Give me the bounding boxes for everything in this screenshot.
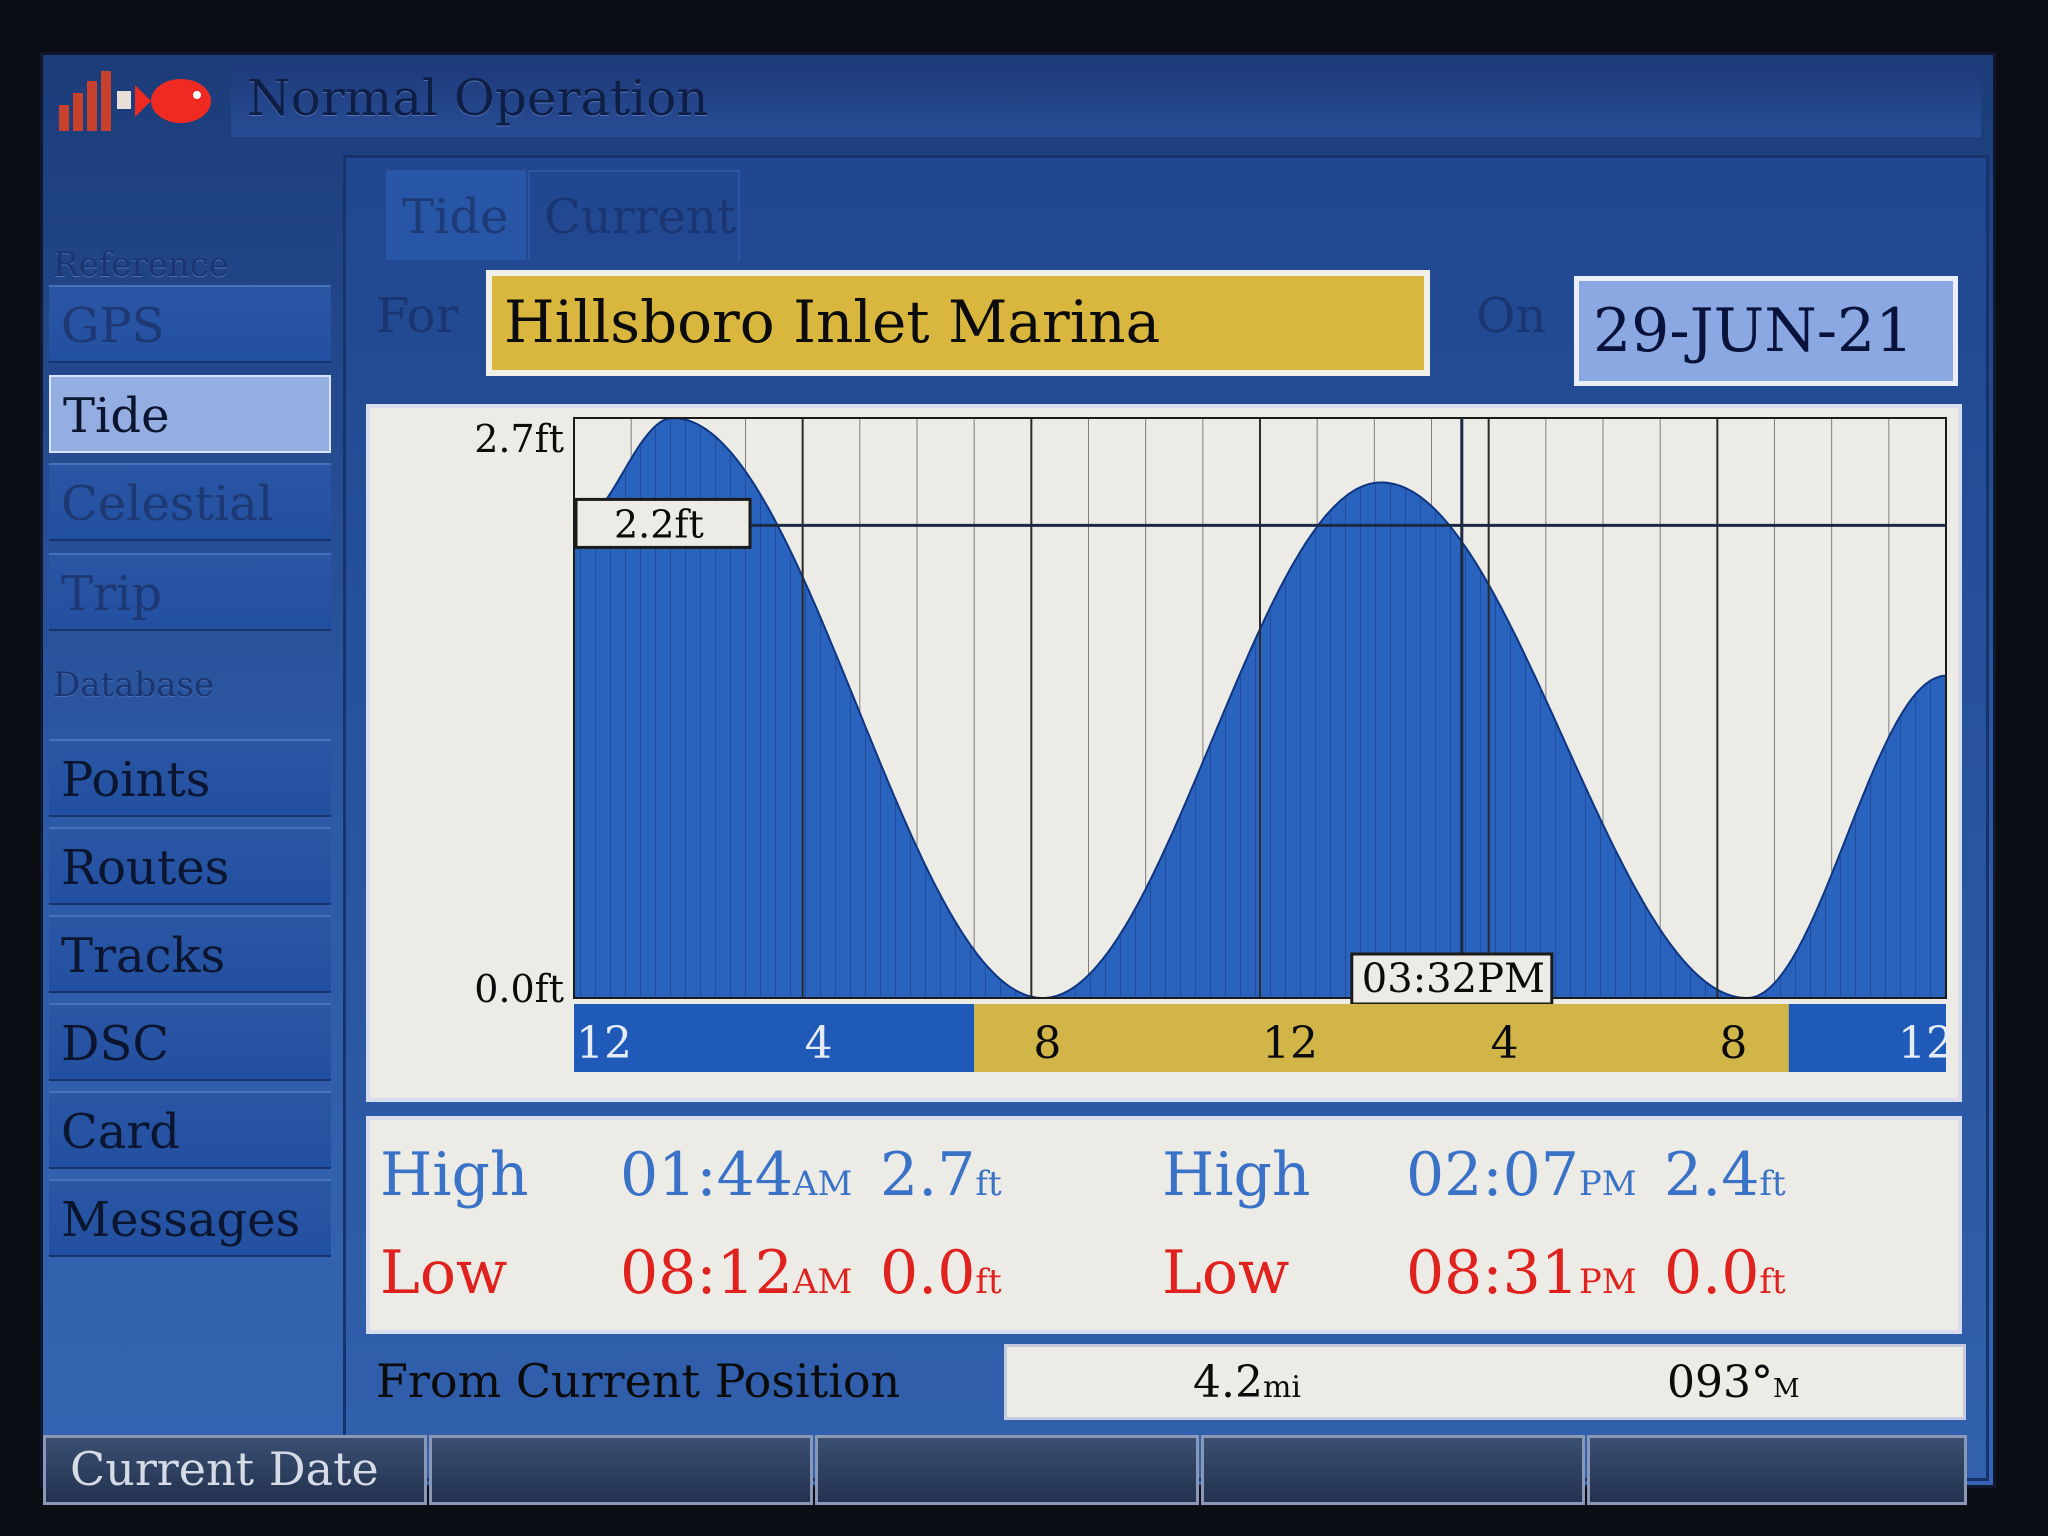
on-label: On [1476,288,1547,344]
night-segment [574,1004,975,1072]
softkey-4[interactable] [1201,1435,1585,1505]
sidebar-item-trip[interactable]: Trip [49,553,331,631]
low2-type: Low [1162,1238,1290,1308]
sidebar-item-celestial[interactable]: Celestial [49,463,331,541]
high1-type: High [380,1140,529,1210]
softkey-5[interactable] [1587,1435,1967,1505]
position-label: From Current Position [376,1354,901,1408]
tab-current[interactable]: Current [528,170,740,260]
low2-time: 08:31PM [1406,1238,1637,1308]
tab-tide[interactable]: Tide [386,170,526,260]
softkey-current-date[interactable]: Current Date [43,1435,427,1505]
station-field[interactable]: Hillsboro Inlet Marina [486,270,1430,376]
sidebar-item-tracks[interactable]: Tracks [49,915,331,993]
low1-type: Low [380,1238,508,1308]
time-tick-label: 8 [1719,1018,1747,1069]
sidebar-item-points[interactable]: Points [49,739,331,817]
high2-height: 2.4ft [1664,1140,1786,1210]
softkey-bar: Current Date [43,1435,1993,1505]
y-axis-max-label: 2.7ft [474,417,564,461]
date-field[interactable]: 29-JUN-21 [1574,276,1958,386]
cursor-level-label: 2.2ft [574,497,752,549]
softkey-2[interactable] [429,1435,813,1505]
sidebar-header-database: Database [53,665,215,705]
signal-bars-icon [59,71,131,131]
time-tick-label: 4 [1491,1018,1519,1069]
tide-chart-panel[interactable]: 2.2ft 03:32PM 2.7ft 0.0ft 12 4 8 12 4 8 12 [366,404,1962,1102]
time-tick-label: 8 [1033,1018,1061,1069]
status-icons [59,71,211,131]
low1-time: 08:12AM [620,1238,853,1308]
high1-time: 01:44AM [620,1140,853,1210]
high2-type: High [1162,1140,1311,1210]
title-bar: Normal Operation [43,55,1993,145]
sidebar-header-reference: Reference [53,245,229,285]
high2-time: 02:07PM [1406,1140,1637,1210]
cursor-time-label: 03:32PM [1350,952,1554,1006]
time-tick-label: 12 [576,1018,632,1069]
position-readout: 4.2mi 093°M [1004,1344,1966,1420]
tide-extremes-table: High 01:44AM 2.7ft High 02:07PM 2.4ft Lo… [366,1116,1962,1334]
title-box: Normal Operation [231,63,1981,137]
cursor-level-text: 2.2ft [614,502,704,546]
tide-panel: Tide Current For Hillsboro Inlet Marina … [343,155,1989,1481]
sidebar-item-dsc[interactable]: DSC [49,1003,331,1081]
for-label: For [376,288,459,344]
high1-height: 2.7ft [880,1140,1002,1210]
low1-height: 0.0ft [880,1238,1002,1308]
sidebar-item-messages[interactable]: Messages [49,1179,331,1257]
sidebar-item-card[interactable]: Card [49,1091,331,1169]
time-tick-label: 12 [1262,1018,1318,1069]
daylight-segment [974,1004,1789,1072]
time-tick-label: 12 [1898,1018,1954,1069]
fish-icon [135,79,211,123]
sidebar: Reference GPS Tide Celestial Trip Databa… [43,205,343,1355]
chartplotter-screen: Normal Operation Reference GPS Tide Cele… [40,52,1996,1505]
page-title: Normal Operation [247,69,709,127]
low2-height: 0.0ft [1664,1238,1786,1308]
sidebar-item-gps[interactable]: GPS [49,285,331,363]
sidebar-item-routes[interactable]: Routes [49,827,331,905]
tide-chart[interactable]: 2.2ft 03:32PM 2.7ft 0.0ft 12 4 8 12 4 8 12 [370,408,1958,1098]
sidebar-item-tide[interactable]: Tide [49,375,331,453]
softkey-3[interactable] [815,1435,1199,1505]
distance-readout: 4.2mi [1193,1357,1302,1408]
bearing-readout: 093°M [1667,1357,1800,1408]
y-axis-min-label: 0.0ft [474,967,564,1011]
time-tick-label: 4 [805,1018,833,1069]
cursor-time-text: 03:32PM [1362,956,1545,1002]
